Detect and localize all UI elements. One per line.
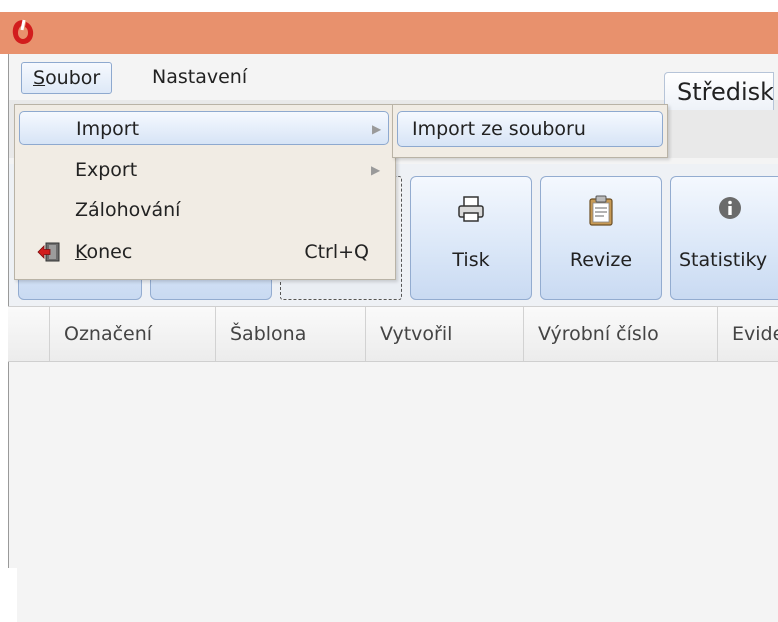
menu-soubor-rest: oubor (45, 67, 101, 89)
menu-item-import[interactable]: Import ▶ (19, 111, 389, 145)
app-logo-icon (12, 19, 34, 44)
row-indicator-column (8, 307, 50, 361)
statistiky-button-label: Statistiky (679, 249, 768, 271)
soubor-dropdown-menu: Import ▶ Export ▶ Zálohování Konec Ctrl+… (14, 104, 396, 280)
printer-icon (458, 196, 484, 222)
column-header-evidencni-cislo[interactable]: Evidenční číslo (718, 307, 778, 361)
clipboard-icon (589, 195, 613, 226)
grid-body (17, 415, 778, 622)
menu-soubor-mnemonic: S (33, 67, 46, 89)
menu-item-export[interactable]: Export ▶ (19, 153, 389, 187)
column-header-sablona[interactable]: Šablona (216, 307, 366, 361)
menu-soubor[interactable]: Soubor (21, 62, 113, 94)
grid-header: Označení Šablona Vytvořil Výrobní číslo … (8, 306, 778, 362)
column-header-vyrobni-cislo[interactable]: Výrobní číslo (524, 307, 718, 361)
column-header-vytvoril[interactable]: Vytvořil (366, 307, 524, 361)
print-button-label: Tisk (452, 249, 490, 271)
column-header-oznaceni[interactable]: Označení (50, 307, 216, 361)
menu-item-import-label: Import (76, 118, 140, 140)
submenu-arrow-icon: ▶ (371, 163, 381, 177)
menu-item-konec[interactable]: Konec Ctrl+Q (19, 235, 389, 269)
title-bar (0, 12, 778, 54)
konec-mnemonic: K (75, 241, 87, 263)
menu-item-konec-shortcut: Ctrl+Q (304, 241, 369, 263)
statistiky-button[interactable]: Statistiky (670, 176, 778, 300)
menu-item-zalohovani-label: Zálohování (75, 199, 181, 221)
konec-rest: onec (86, 241, 133, 263)
revize-button[interactable]: Revize (540, 176, 662, 300)
menu-item-export-label: Export (75, 159, 138, 181)
menu-item-zalohovani[interactable]: Zálohování (19, 193, 389, 227)
tab-stredisko[interactable]: Středisk (664, 72, 774, 110)
import-submenu: Import ze souboru (392, 104, 668, 158)
menu-item-konec-label: Konec (75, 235, 132, 269)
info-icon (719, 197, 741, 219)
menu-nastaveni[interactable]: Nastavení (141, 62, 258, 94)
exit-icon (37, 242, 60, 262)
revize-button-label: Revize (569, 249, 633, 271)
submenu-arrow-icon: ▶ (372, 122, 382, 136)
menu-bar: Soubor Nastavení (9, 54, 778, 100)
print-button[interactable]: Tisk (410, 176, 532, 300)
menu-item-import-ze-souboru[interactable]: Import ze souboru (397, 111, 663, 147)
